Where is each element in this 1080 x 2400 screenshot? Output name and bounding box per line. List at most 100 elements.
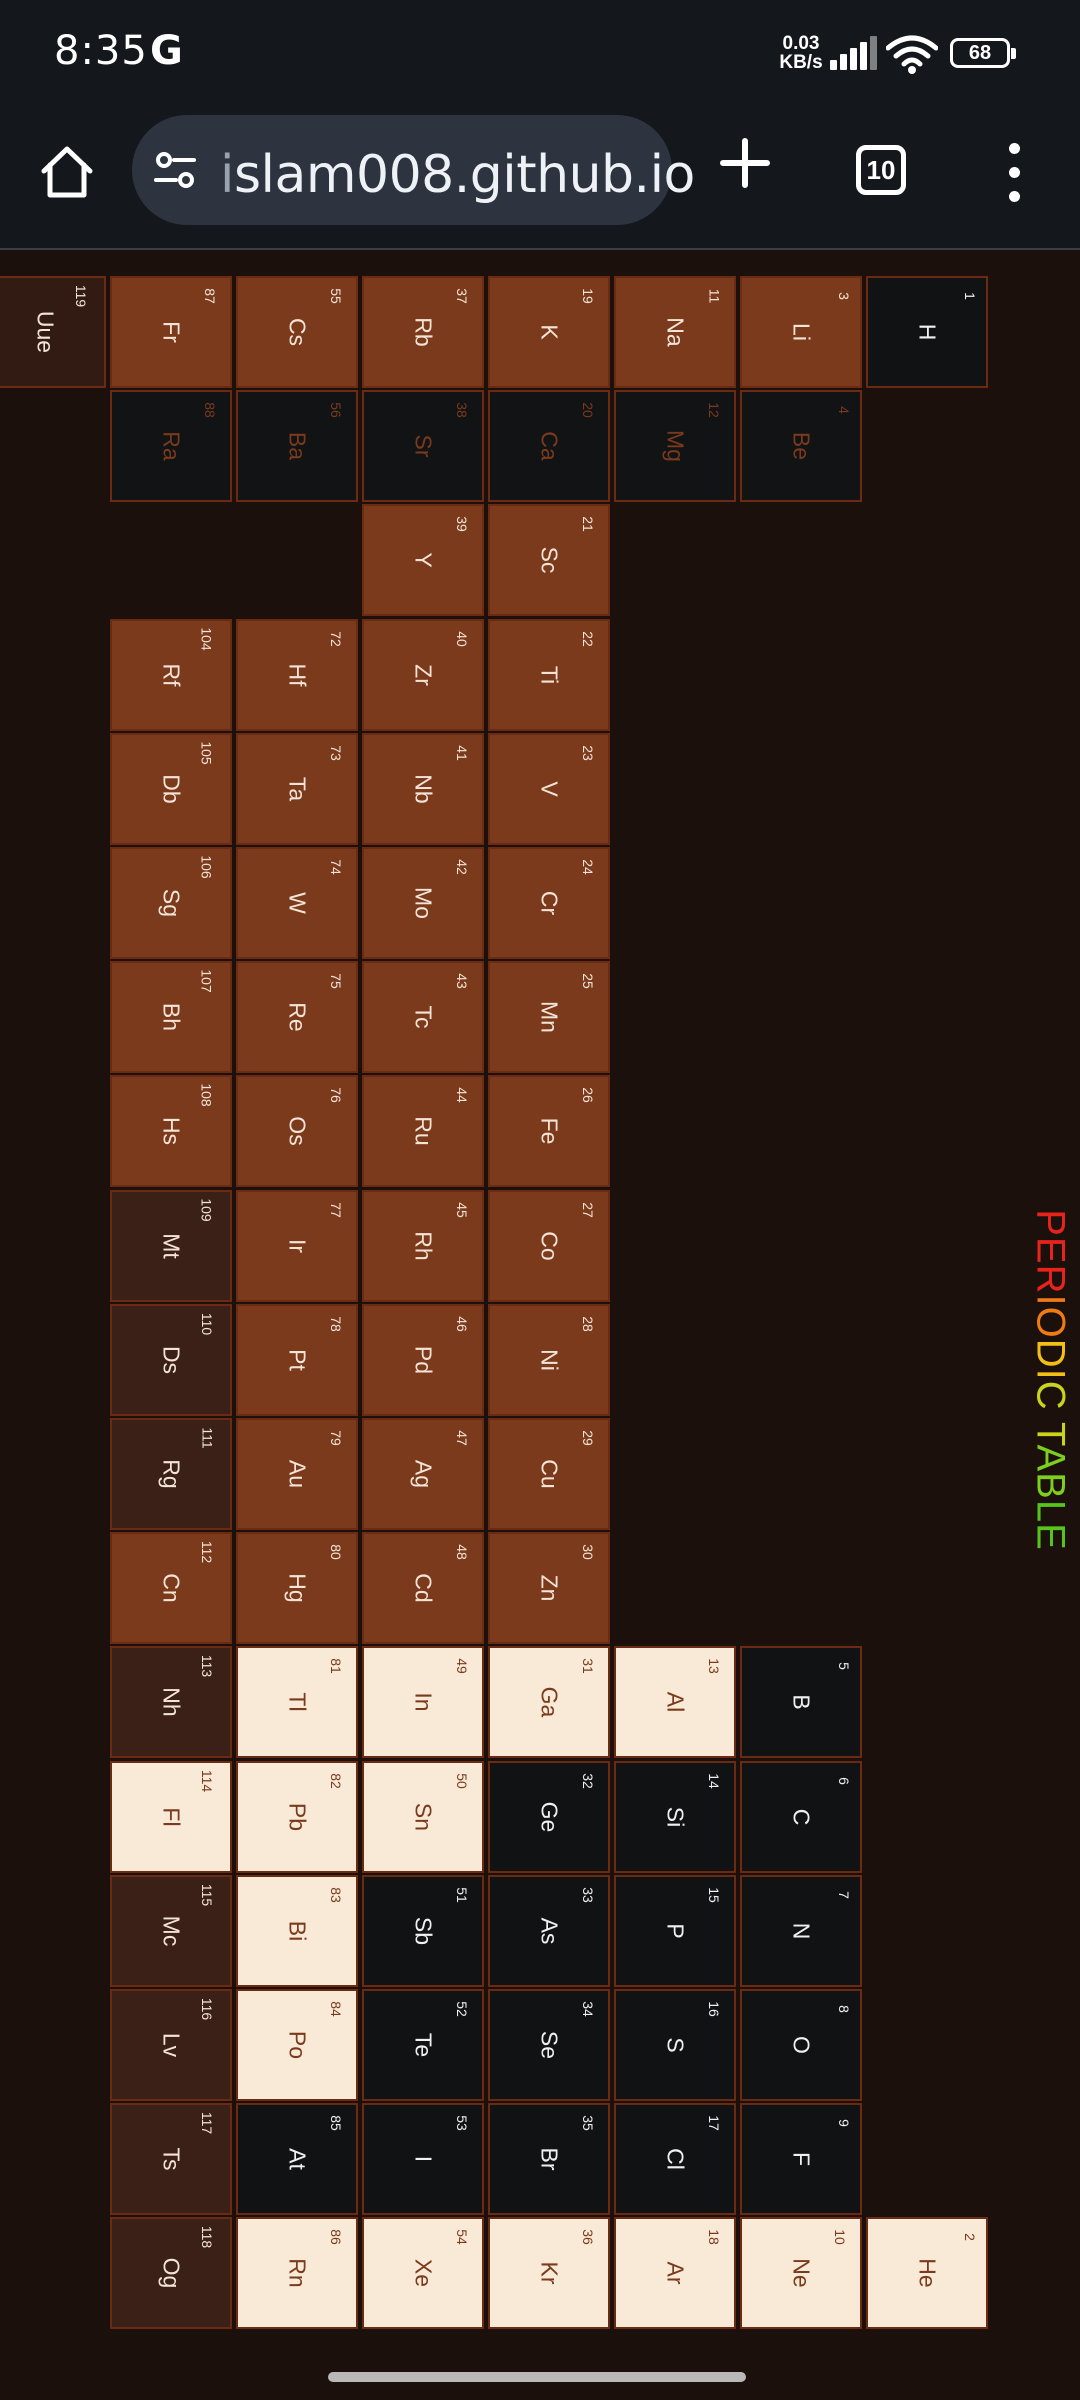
element-cell-cn[interactable]: 112 Cn [110,1532,232,1645]
element-cell-h[interactable]: 1H [866,276,988,388]
element-cell-n[interactable]: 7N [740,1874,862,1987]
element-cell-hs[interactable]: 108 Hs [110,1075,232,1188]
url-text[interactable]: islam008.github.io [220,145,695,205]
element-cell-he[interactable]: 2 He [866,2217,988,2330]
element-cell-sr[interactable]: 38 Sr [362,390,484,503]
element-cell-ge[interactable]: 32 Ge [488,1760,610,1873]
element-cell-fe[interactable]: 26 Fe [488,1075,610,1188]
element-cell-ga[interactable]: 31 Ga [488,1646,610,1759]
element-cell-cd[interactable]: 48 Cd [362,1532,484,1645]
element-cell-au[interactable]: 79 Au [236,1418,358,1530]
element-cell-p[interactable]: 15 P [614,1874,736,1987]
element-cell-nb[interactable]: 41 Nb [362,732,484,845]
element-cell-ds[interactable]: 110 Ds [110,1303,232,1416]
element-cell-lv[interactable]: 116 Lv [110,1989,232,2101]
element-cell-pd[interactable]: 46 Pd [362,1303,484,1416]
element-cell-na[interactable]: 11 Na [614,276,736,388]
atomic-number: 85 [328,2115,345,2131]
element-cell-at[interactable]: 85 At [236,2103,358,2216]
element-cell-c[interactable]: 6C [740,1760,862,1873]
element-cell-al[interactable]: 13 Al [614,1646,736,1759]
element-cell-be[interactable]: 4 Be [740,390,862,503]
element-cell-f[interactable]: 9F [740,2103,862,2216]
element-cell-y[interactable]: 39 Y [362,504,484,617]
element-cell-og[interactable]: 118 Og [110,2217,232,2330]
element-cell-ti[interactable]: 22 Ti [488,618,610,731]
element-cell-i[interactable]: 53 I [362,2103,484,2216]
element-cell-zn[interactable]: 30 Zn [488,1532,610,1645]
element-cell-li[interactable]: 3 Li [740,276,862,388]
home-icon[interactable] [38,143,96,201]
element-cell-te[interactable]: 52 Te [362,1989,484,2101]
element-cell-ne[interactable]: 10 Ne [740,2217,862,2330]
element-cell-w[interactable]: 74 W [236,847,358,959]
more-menu-icon[interactable] [1000,143,1030,203]
element-cell-uue[interactable]: 119 Uue [0,276,106,388]
element-cell-bi[interactable]: 83 Bi [236,1874,358,1987]
element-cell-mn[interactable]: 25 Mn [488,961,610,1074]
element-cell-ag[interactable]: 47 Ag [362,1418,484,1530]
element-cell-ta[interactable]: 73 Ta [236,732,358,845]
element-cell-ni[interactable]: 28 Ni [488,1303,610,1416]
new-tab-plus-icon[interactable] [715,133,775,193]
element-cell-hg[interactable]: 80 Hg [236,1532,358,1645]
element-cell-cr[interactable]: 24 Cr [488,847,610,959]
site-settings-icon[interactable] [152,147,198,193]
element-cell-rh[interactable]: 45 Rh [362,1189,484,1302]
element-cell-bh[interactable]: 107 Bh [110,961,232,1074]
element-cell-v[interactable]: 23 V [488,732,610,845]
element-cell-pt[interactable]: 78 Pt [236,1303,358,1416]
gesture-nav-handle[interactable] [328,2372,746,2382]
element-cell-as[interactable]: 33 As [488,1874,610,1987]
element-cell-ir[interactable]: 77 Ir [236,1189,358,1302]
tab-switcher-button[interactable]: 10 [856,145,906,195]
element-cell-tl[interactable]: 81 Tl [236,1646,358,1759]
element-cell-os[interactable]: 76 Os [236,1075,358,1188]
element-cell-pb[interactable]: 82 Pb [236,1760,358,1873]
element-cell-k[interactable]: 19 K [488,276,610,388]
element-cell-in[interactable]: 49 In [362,1646,484,1759]
element-cell-sg[interactable]: 106 Sg [110,847,232,959]
element-cell-s[interactable]: 16 S [614,1989,736,2101]
element-cell-re[interactable]: 75 Re [236,961,358,1074]
element-cell-rg[interactable]: 111 Rg [110,1418,232,1530]
element-cell-ts[interactable]: 117 Ts [110,2103,232,2216]
element-cell-rb[interactable]: 37 Rb [362,276,484,388]
element-symbol: Y [410,552,437,569]
element-cell-db[interactable]: 105 Db [110,732,232,845]
element-cell-cs[interactable]: 55 Cs [236,276,358,388]
element-cell-ca[interactable]: 20 Ca [488,390,610,503]
element-cell-cu[interactable]: 29 Cu [488,1418,610,1530]
element-cell-mo[interactable]: 42 Mo [362,847,484,959]
element-cell-rf[interactable]: 104 Rf [110,618,232,731]
element-cell-xe[interactable]: 54 Xe [362,2217,484,2330]
element-cell-sb[interactable]: 51 Sb [362,1874,484,1987]
element-cell-kr[interactable]: 36 Kr [488,2217,610,2330]
element-cell-ra[interactable]: 88 Ra [110,390,232,503]
element-symbol: Se [536,2030,563,2060]
element-cell-cl[interactable]: 17 Cl [614,2103,736,2216]
element-cell-mg[interactable]: 12 Mg [614,390,736,503]
element-cell-sn[interactable]: 50 Sn [362,1760,484,1873]
element-cell-hf[interactable]: 72 Hf [236,618,358,731]
address-bar[interactable]: islam008.github.io [132,115,695,225]
element-cell-se[interactable]: 34 Se [488,1989,610,2101]
element-cell-nh[interactable]: 113 Nh [110,1646,232,1759]
element-cell-zr[interactable]: 40 Zr [362,618,484,731]
element-cell-ru[interactable]: 44 Ru [362,1075,484,1188]
element-cell-ba[interactable]: 56 Ba [236,390,358,503]
element-cell-po[interactable]: 84 Po [236,1989,358,2101]
element-cell-fr[interactable]: 87 Fr [110,276,232,388]
element-cell-mc[interactable]: 115 Mc [110,1874,232,1987]
element-cell-si[interactable]: 14 Si [614,1760,736,1873]
element-cell-tc[interactable]: 43 Tc [362,961,484,1074]
element-cell-fl[interactable]: 114 Fl [110,1760,232,1873]
element-cell-b[interactable]: 5B [740,1646,862,1759]
element-cell-o[interactable]: 8O [740,1989,862,2101]
element-cell-br[interactable]: 35 Br [488,2103,610,2216]
element-cell-co[interactable]: 27 Co [488,1189,610,1302]
element-cell-sc[interactable]: 21 Sc [488,504,610,617]
element-cell-mt[interactable]: 109 Mt [110,1189,232,1302]
element-cell-ar[interactable]: 18 Ar [614,2217,736,2330]
element-cell-rn[interactable]: 86 Rn [236,2217,358,2330]
